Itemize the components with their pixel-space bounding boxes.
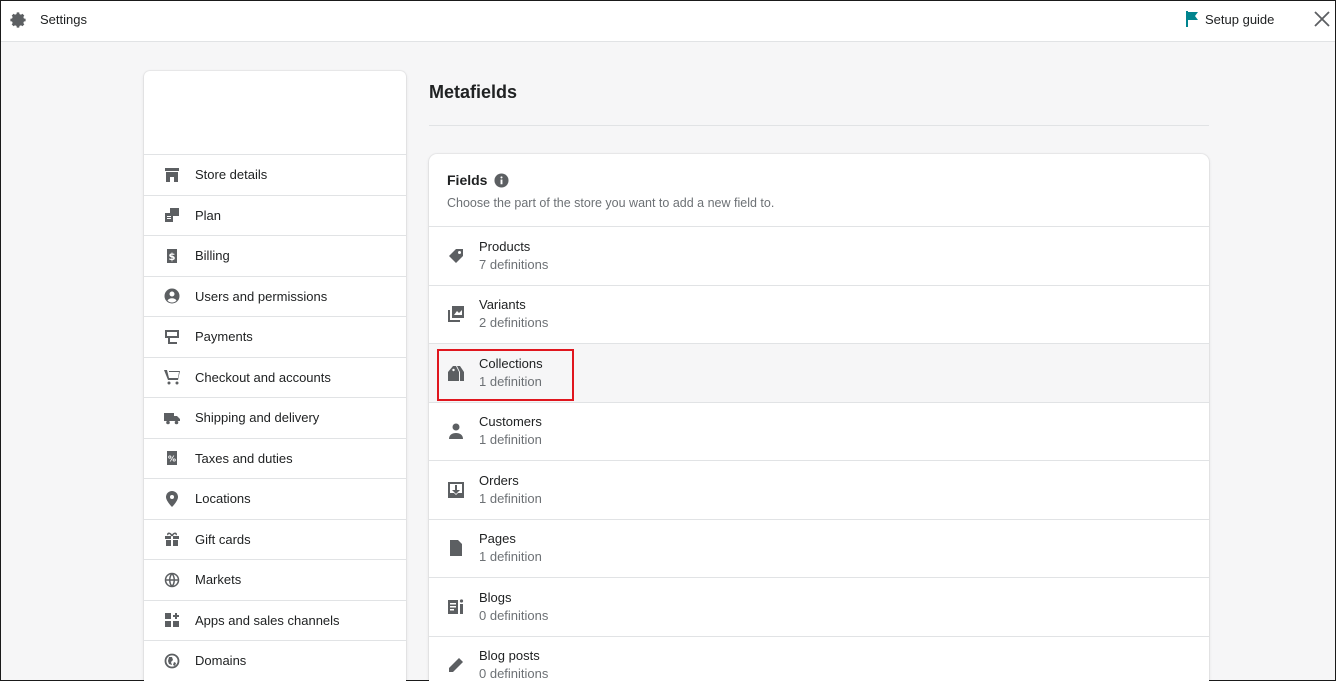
field-row-collections[interactable]: Collections 1 definition: [429, 344, 1209, 403]
customer-icon: [446, 421, 466, 441]
sidebar-item-payments[interactable]: Payments: [144, 317, 406, 358]
main-heading: Metafields: [429, 82, 518, 102]
sidebar-item-plan[interactable]: Plan: [144, 196, 406, 236]
sidebar-item-store-details[interactable]: Store details: [144, 155, 406, 196]
orders-icon: [446, 480, 466, 500]
setup-guide-label: Setup guide: [1205, 11, 1275, 27]
gift-icon: [163, 530, 181, 548]
field-row-pages[interactable]: Pages 1 definition: [429, 520, 1209, 578]
field-row-customers[interactable]: Customers 1 definition: [429, 403, 1209, 461]
row-title: Products: [479, 238, 531, 254]
card-subtitle: Choose the part of the store you want to…: [447, 196, 775, 210]
close-icon[interactable]: [1311, 8, 1333, 30]
row-title: Pages: [479, 531, 516, 547]
sidebar-item-label: Payments: [195, 329, 253, 345]
field-row-orders[interactable]: Orders 1 definition: [429, 461, 1209, 520]
sidebar-item-label: Locations: [195, 491, 251, 507]
pencil-icon: [446, 655, 466, 675]
svg-text:%: %: [168, 455, 176, 464]
row-title: Orders: [479, 472, 519, 488]
sidebar-item-label: Taxes and duties: [195, 450, 293, 466]
row-title: Blogs: [479, 589, 512, 605]
tax-icon: %: [163, 449, 181, 467]
svg-text:$: $: [169, 252, 176, 263]
row-title: Collections: [479, 355, 543, 371]
field-row-blogs[interactable]: Blogs 0 definitions: [429, 578, 1209, 637]
sidebar-item-label: Store details: [195, 167, 268, 183]
row-count: 1 definition: [479, 549, 542, 565]
location-icon: [163, 490, 181, 508]
truck-icon: [163, 409, 181, 427]
row-count: 1 definition: [479, 490, 542, 506]
tag-icon: [446, 246, 466, 266]
flag-icon: [1186, 11, 1198, 27]
divider: [429, 125, 1209, 126]
field-row-products[interactable]: Products 7 definitions: [429, 227, 1209, 286]
sidebar-item-label: Markets: [195, 572, 242, 588]
row-count: 0 definitions: [479, 607, 549, 623]
sidebar-item-checkout-and-accounts[interactable]: Checkout and accounts: [144, 358, 406, 398]
page-icon: [446, 538, 466, 558]
variants-icon: [446, 304, 466, 324]
collections-icon: [446, 363, 466, 383]
fields-card: Fields Choose the part of the store you …: [429, 154, 1209, 681]
settings-sidebar: Store details Plan $ Billing Users and p…: [144, 71, 406, 681]
info-icon[interactable]: [494, 172, 509, 188]
row-count: 2 definitions: [479, 315, 549, 331]
sidebar-item-label: Checkout and accounts: [195, 369, 331, 385]
row-title: Blog posts: [479, 648, 540, 664]
user-circle-icon: [163, 287, 181, 305]
sidebar-item-billing[interactable]: $ Billing: [144, 236, 406, 277]
sidebar-item-label: Apps and sales channels: [195, 612, 340, 628]
gear-icon: [10, 12, 26, 28]
sidebar-item-gift-cards[interactable]: Gift cards: [144, 520, 406, 560]
blog-icon: [446, 597, 466, 617]
setup-guide-button[interactable]: Setup guide: [1185, 11, 1274, 27]
sidebar-item-users-and-permissions[interactable]: Users and permissions: [144, 277, 406, 317]
sidebar-item-label: Users and permissions: [195, 288, 328, 304]
sidebar-header: [144, 71, 406, 155]
sidebar-item-label: Plan: [195, 207, 222, 223]
card-header: Fields Choose the part of the store you …: [429, 154, 1209, 227]
sidebar-item-markets[interactable]: Markets: [144, 560, 406, 601]
store-icon: [163, 166, 181, 184]
globe-icon: [163, 571, 181, 589]
sidebar-item-shipping-and-delivery[interactable]: Shipping and delivery: [144, 398, 406, 439]
sidebar-item-label: Shipping and delivery: [195, 410, 320, 426]
payments-icon: [163, 328, 181, 346]
row-count: 0 definitions: [479, 666, 549, 681]
row-title: Customers: [479, 414, 542, 430]
sidebar-item-label: Gift cards: [195, 531, 251, 547]
sidebar-item-taxes-and-duties[interactable]: % Taxes and duties: [144, 439, 406, 479]
plan-icon: [163, 206, 181, 224]
top-bar: Settings Setup guide: [1, 1, 1335, 42]
sidebar-item-label: Domains: [195, 653, 247, 669]
sidebar-item-domains[interactable]: Domains: [144, 641, 406, 681]
row-count: 1 definition: [479, 373, 542, 389]
page-title: Settings: [40, 12, 87, 27]
apps-icon: [163, 611, 181, 629]
field-row-variants[interactable]: Variants 2 definitions: [429, 286, 1209, 344]
cart-icon: [163, 368, 181, 386]
domains-icon: [163, 652, 181, 670]
billing-icon: $: [163, 247, 181, 265]
sidebar-item-apps-and-sales-channels[interactable]: Apps and sales channels: [144, 601, 406, 641]
card-heading: Fields: [447, 172, 488, 188]
sidebar-item-label: Billing: [195, 248, 230, 264]
row-title: Variants: [479, 297, 526, 313]
row-count: 1 definition: [479, 432, 542, 448]
row-count: 7 definitions: [479, 256, 549, 272]
sidebar-item-locations[interactable]: Locations: [144, 479, 406, 520]
field-row-blog-posts[interactable]: Blog posts 0 definitions: [429, 637, 1209, 681]
